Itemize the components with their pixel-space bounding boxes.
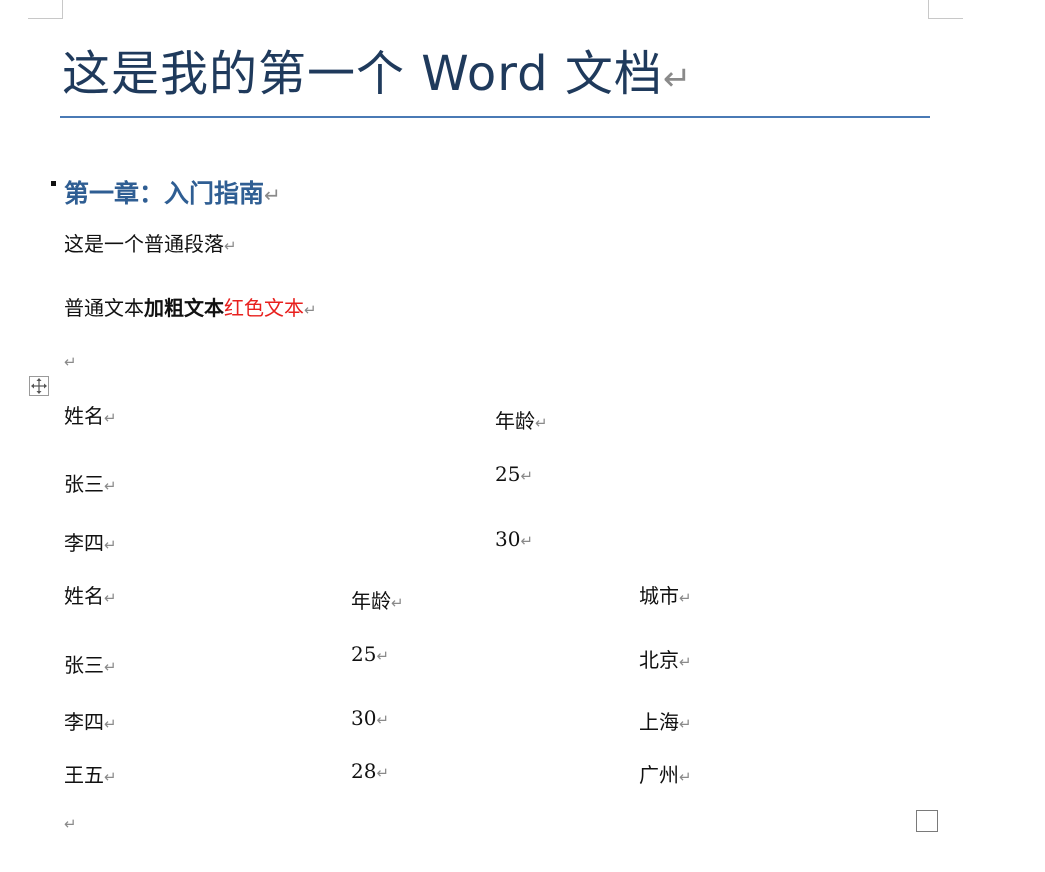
cell-mark-icon: ↵ [535, 414, 548, 432]
cell-mark-icon: ↵ [104, 589, 117, 607]
cell-text: 姓名 [64, 584, 104, 608]
bold-text-run: 加粗文本 [144, 296, 224, 320]
crop-mark-top-left [28, 0, 63, 19]
cell-text: 28 [351, 759, 377, 783]
cell-text: 张三 [64, 653, 104, 677]
paragraph-mark-icon: ↵ [264, 183, 281, 207]
cell-mark-icon: ↵ [391, 594, 404, 612]
table-move-handle[interactable] [29, 376, 49, 396]
cell-text: 30 [495, 527, 521, 551]
title-underline-rule [60, 116, 930, 118]
cell-mark-icon: ↵ [104, 715, 117, 733]
normal-text-run: 普通文本 [64, 296, 144, 320]
red-text-run: 红色文本 [224, 296, 304, 320]
move-arrows-icon [31, 378, 47, 394]
paragraph-mark-icon: ↵ [224, 237, 237, 255]
table-cell[interactable]: 李四↵ [64, 527, 117, 556]
cell-text: 广州 [639, 763, 679, 787]
cell-mark-icon: ↵ [376, 647, 390, 665]
table-cell[interactable]: 30↵ [351, 706, 389, 730]
cell-text: 25 [495, 462, 521, 486]
table-cell[interactable]: 姓名↵ [64, 580, 117, 609]
cell-text: 年龄 [351, 589, 391, 613]
paragraph-mark-icon: ↵ [662, 59, 693, 99]
table-cell[interactable]: 城市↵ [639, 580, 692, 609]
cell-mark-icon: ↵ [679, 768, 692, 786]
table-cell[interactable]: 上海↵ [639, 706, 692, 735]
cell-text: 30 [351, 706, 377, 730]
document-page: 这是我的第一个 Word 文档↵ 第一章：入门指南↵ 这是一个普通段落↵ 普通文… [0, 0, 1045, 872]
cell-mark-icon: ↵ [104, 536, 117, 554]
table-cell[interactable]: 年龄↵ [495, 405, 548, 434]
cell-mark-icon: ↵ [679, 653, 692, 671]
cell-mark-icon: ↵ [520, 532, 534, 550]
paragraph-mark-icon: ↵ [64, 815, 77, 833]
table-cell[interactable]: 25↵ [351, 642, 389, 666]
paragraph-text: 这是一个普通段落 [64, 232, 224, 256]
cell-text: 25 [351, 642, 377, 666]
cell-mark-icon: ↵ [679, 715, 692, 733]
cell-mark-icon: ↵ [104, 409, 117, 427]
paragraph-mark-icon: ↵ [304, 301, 317, 319]
cell-mark-icon: ↵ [679, 589, 692, 607]
formatted-paragraph[interactable]: 普通文本加粗文本红色文本↵ [64, 292, 317, 321]
table-cell[interactable]: 28↵ [351, 759, 389, 783]
table-cell[interactable]: 李四↵ [64, 706, 117, 735]
table-cell[interactable]: 王五↵ [64, 759, 117, 788]
cell-text: 王五 [64, 763, 104, 787]
paragraph-mark-icon: ↵ [64, 353, 77, 371]
crop-mark-top-right [928, 0, 963, 19]
heading-bullet-icon [51, 181, 56, 186]
cell-text: 城市 [639, 584, 679, 608]
cell-text: 北京 [639, 648, 679, 672]
cell-mark-icon: ↵ [520, 467, 534, 485]
cell-mark-icon: ↵ [104, 768, 117, 786]
table-cell[interactable]: 张三↵ [64, 649, 117, 678]
cell-text: 姓名 [64, 404, 104, 428]
cell-mark-icon: ↵ [104, 658, 117, 676]
cell-mark-icon: ↵ [104, 477, 117, 495]
table-cell[interactable]: 姓名↵ [64, 400, 117, 429]
table-cell[interactable]: 张三↵ [64, 468, 117, 497]
heading-text: 第一章：入门指南 [64, 179, 265, 208]
cell-text: 上海 [639, 710, 679, 734]
table-cell[interactable]: 30↵ [495, 527, 533, 551]
table-cell[interactable]: 25↵ [495, 462, 533, 486]
resize-square-icon[interactable] [916, 810, 938, 832]
title-text: 这是我的第一个 Word 文档 [62, 46, 663, 102]
empty-paragraph[interactable]: ↵ [64, 348, 77, 372]
cell-mark-icon: ↵ [376, 711, 390, 729]
document-title[interactable]: 这是我的第一个 Word 文档↵ [62, 34, 692, 104]
cell-text: 张三 [64, 472, 104, 496]
empty-paragraph[interactable]: ↵ [64, 810, 77, 834]
table-cell[interactable]: 年龄↵ [351, 585, 404, 614]
chapter-heading[interactable]: 第一章：入门指南↵ [64, 174, 281, 210]
cell-text: 年龄 [495, 409, 535, 433]
table-cell[interactable]: 北京↵ [639, 644, 692, 673]
cell-text: 李四 [64, 531, 104, 555]
normal-paragraph[interactable]: 这是一个普通段落↵ [64, 228, 237, 257]
table-cell[interactable]: 广州↵ [639, 759, 692, 788]
cell-text: 李四 [64, 710, 104, 734]
cell-mark-icon: ↵ [376, 764, 390, 782]
